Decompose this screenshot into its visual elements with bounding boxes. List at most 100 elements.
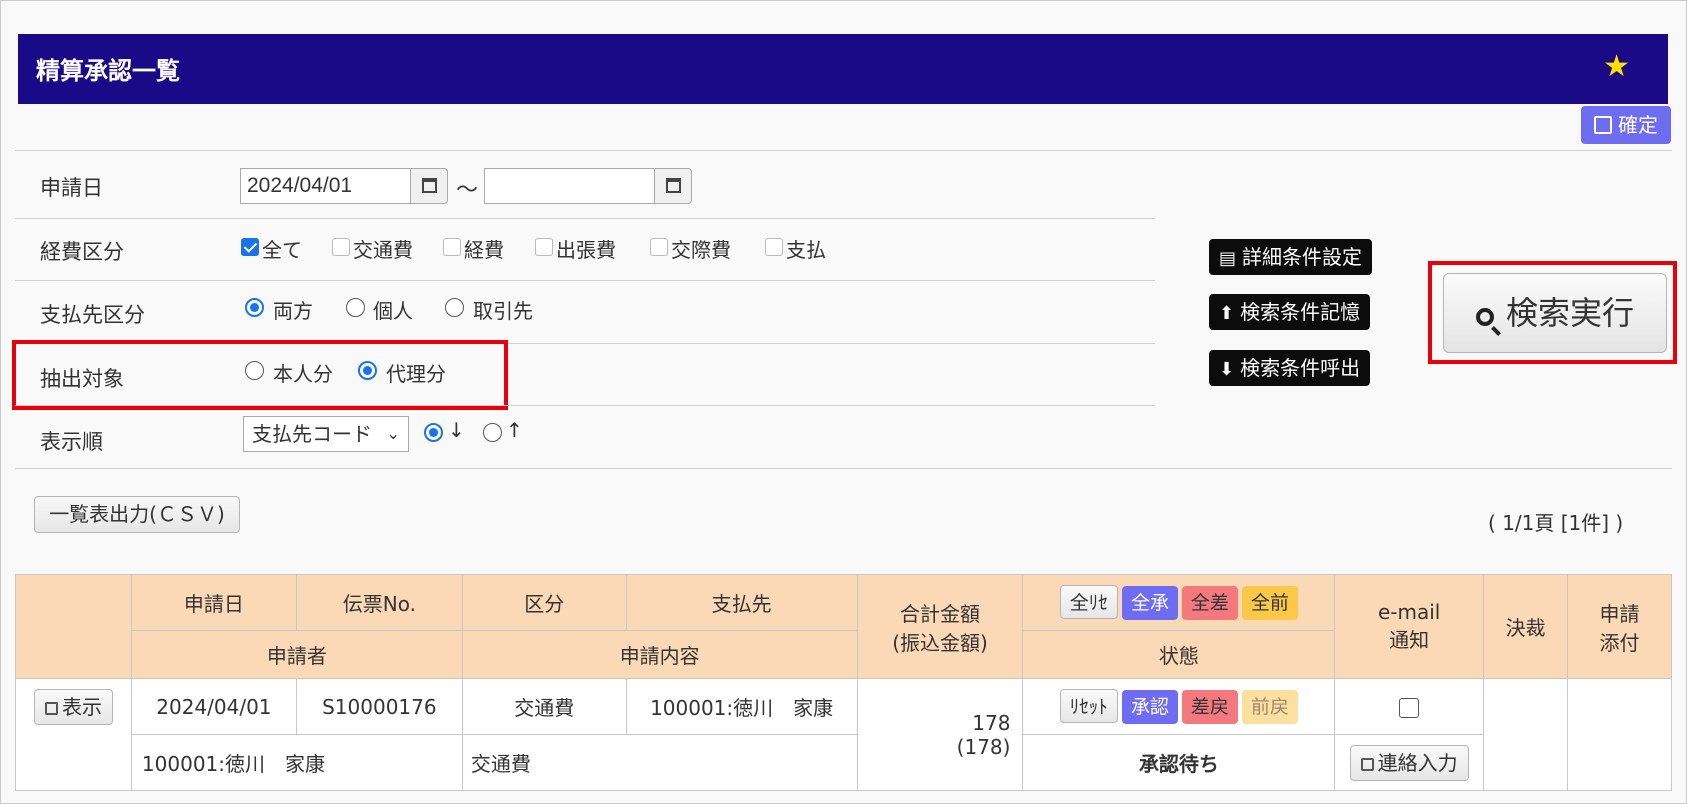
title-bar: 精算承認一覧 ★ [18, 34, 1668, 104]
save-conditions-label: 検索条件記憶 [1240, 300, 1361, 324]
load-conditions-label: 検索条件呼出 [1240, 356, 1361, 380]
header-content: 申請内容 [461, 630, 858, 679]
load-conditions-button[interactable]: ⬇ 検索条件呼出 [1209, 350, 1371, 386]
cell-email [1334, 678, 1485, 735]
divider [15, 218, 1155, 219]
calendar-icon [422, 178, 437, 193]
csv-export-button[interactable]: 一覧表出力(ＣＳＶ) [34, 496, 240, 533]
expense-type-entertainment-checkbox[interactable] [650, 238, 668, 256]
header-status: 状態 [1022, 630, 1336, 679]
cell-contact: 連絡入力 [1334, 734, 1485, 791]
reset-all-button[interactable]: 全ﾘｾ [1059, 585, 1118, 619]
header-attach-line2: 添付 [1599, 630, 1640, 655]
apply-date-label: 申請日 [40, 176, 103, 200]
payee-type-vendor-radio[interactable] [445, 298, 464, 317]
apply-date-from-calendar-button[interactable] [410, 168, 448, 204]
document-icon: ▤ [1219, 248, 1237, 269]
apply-date-to-input[interactable] [484, 168, 656, 204]
contact-input-label: 連絡入力 [1377, 750, 1458, 775]
divider [15, 468, 1672, 469]
row-show-cell: 表示 [15, 678, 132, 791]
expense-type-option-label: 全て [262, 238, 302, 262]
reject-button[interactable]: 差戻 [1181, 690, 1238, 724]
download-icon: ⬇ [1219, 359, 1235, 380]
date-range-separator: ～ [456, 178, 479, 203]
header-email: e-mail 通知 [1334, 574, 1485, 679]
header-email-line2: 通知 [1389, 628, 1430, 652]
highlight-box-extract-target [12, 340, 508, 410]
sort-order-label: 表示順 [40, 430, 103, 454]
cell-status: 承認待ち [1022, 734, 1336, 791]
email-notify-checkbox[interactable] [1399, 698, 1420, 718]
expense-type-all-checkbox[interactable] [241, 238, 259, 256]
expense-type-payment-checkbox[interactable] [765, 238, 783, 256]
chevron-down-icon: ⌄ [386, 424, 400, 443]
approve-button[interactable]: 承認 [1121, 690, 1178, 724]
confirm-button[interactable]: 確定 [1581, 106, 1671, 144]
payee-type-option-label: 取引先 [473, 299, 533, 323]
cell-category: 交通費 [461, 678, 627, 735]
apply-date-to-calendar-button[interactable] [654, 168, 692, 204]
apply-date-from-input[interactable] [240, 168, 412, 204]
approve-all-button[interactable]: 全承 [1121, 586, 1178, 620]
header-total-line2: (振込金額) [892, 630, 988, 655]
payee-type-option-label: 個人 [373, 299, 413, 323]
header-total-line1: 合計金額 [900, 601, 980, 626]
csv-export-label: 一覧表出力(ＣＳＶ) [49, 502, 225, 526]
return-button[interactable]: 前戻 [1241, 690, 1298, 724]
cell-applicant: 100001:徳川 家康 [130, 734, 463, 791]
checkbox-edit-icon [1594, 116, 1612, 134]
calendar-icon [666, 178, 681, 193]
reset-button[interactable]: ﾘｾｯﾄ [1059, 689, 1118, 723]
sort-asc-radio[interactable] [483, 423, 502, 442]
sort-key-select[interactable]: 支払先コード ⌄ [243, 416, 409, 452]
payee-type-both-radio[interactable] [245, 298, 264, 317]
header-email-line1: e-mail [1377, 600, 1441, 624]
cell-decision [1483, 678, 1569, 791]
expense-type-option-label: 経費 [464, 238, 504, 262]
cell-transfer-amount: (178) [956, 734, 1011, 759]
expense-type-label: 経費区分 [40, 240, 124, 264]
contact-input-button[interactable]: 連絡入力 [1349, 744, 1469, 781]
star-icon[interactable]: ★ [1603, 49, 1630, 84]
table-header-row: 申請日 伝票No. 区分 支払先 合計金額 (振込金額) 全ﾘｾ 全承 全差 全前 e… [15, 574, 1672, 679]
show-button[interactable]: 表示 [33, 689, 113, 725]
header-total: 合計金額 (振込金額) [856, 574, 1024, 679]
expense-type-option-label: 交際費 [671, 238, 731, 262]
cell-slip-no: S10000176 [295, 678, 463, 735]
pager-info: ( 1/1頁 [1件] ) [1488, 511, 1624, 535]
sort-direction-label: ↓ [448, 418, 465, 442]
header-attachment: 申請 添付 [1567, 574, 1672, 679]
expense-type-option-label: 支払 [786, 238, 826, 262]
save-conditions-button[interactable]: ⬆ 検索条件記憶 [1209, 294, 1371, 330]
expense-type-transport-checkbox[interactable] [332, 238, 350, 256]
return-all-button[interactable]: 全前 [1241, 586, 1298, 620]
expense-type-trip-checkbox[interactable] [535, 238, 553, 256]
table-row: 表示 2024/04/01 S10000176 交通費 100001:徳川 家康… [15, 678, 1672, 791]
reject-all-button[interactable]: 全差 [1181, 586, 1238, 620]
expense-type-option-label: 出張費 [556, 238, 616, 262]
cell-payee: 100001:徳川 家康 [625, 678, 858, 735]
detail-conditions-label: 詳細条件設定 [1242, 245, 1363, 269]
cell-apply-date: 2024/04/01 [130, 678, 297, 735]
payee-type-individual-radio[interactable] [346, 298, 365, 317]
cell-total: 178 (178) [856, 678, 1024, 791]
header-payee: 支払先 [625, 574, 858, 631]
header-category: 区分 [461, 574, 627, 631]
sort-key-value: 支払先コード [252, 422, 372, 446]
sort-desc-radio[interactable] [424, 423, 443, 442]
header-apply-date: 申請日 [130, 574, 297, 631]
expense-type-expense-checkbox[interactable] [443, 238, 461, 256]
header-decision: 決裁 [1483, 574, 1569, 679]
divider [15, 150, 1672, 151]
header-applicant: 申請者 [130, 630, 463, 679]
upload-icon: ⬆ [1219, 303, 1235, 324]
detail-conditions-button[interactable]: ▤ 詳細条件設定 [1209, 239, 1373, 275]
cell-content: 交通費 [461, 734, 858, 791]
payee-type-option-label: 両方 [273, 299, 313, 323]
edit-icon [44, 702, 58, 715]
sort-direction-label: ↑ [506, 418, 523, 442]
expense-type-option-label: 交通費 [353, 238, 413, 262]
approval-table: 申請日 伝票No. 区分 支払先 合計金額 (振込金額) 全ﾘｾ 全承 全差 全前 e… [15, 574, 1672, 791]
cell-attachment [1567, 678, 1672, 791]
